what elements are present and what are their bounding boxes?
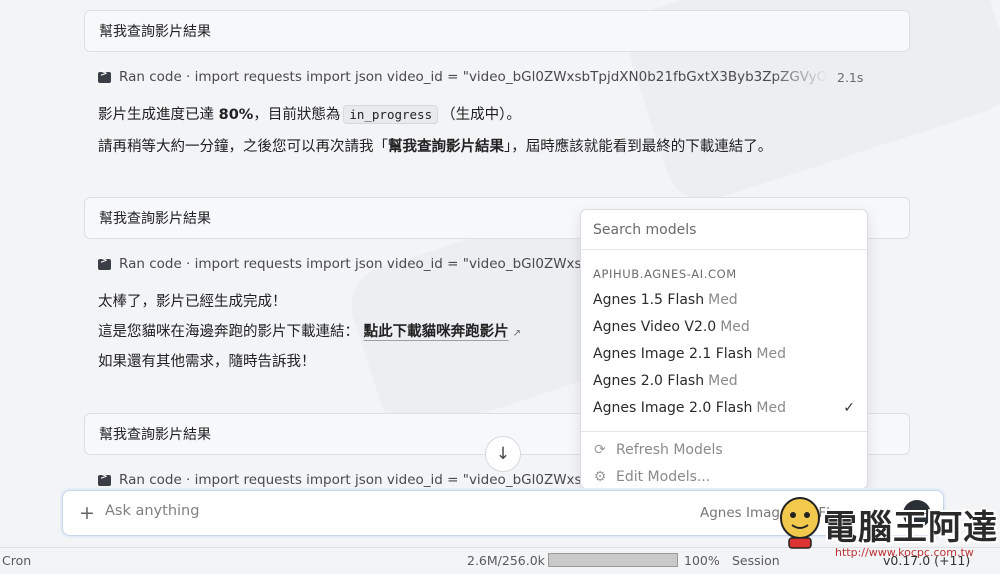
terminal-icon [98, 472, 111, 486]
model-option-name: Agnes 2.0 Flash [593, 372, 705, 389]
reply-text: （生成中）。 [441, 107, 521, 123]
reply-text: 影片生成進度已達 [98, 107, 219, 123]
plus-icon[interactable]: + [79, 502, 95, 524]
model-option-name: Agnes Video V2.0 [593, 318, 717, 335]
model-option-name: Agnes Image 2.1 Flash [593, 345, 753, 362]
model-search [581, 210, 867, 250]
status-inline-code: in_progress [343, 105, 439, 124]
reply-text: 太棒了，影片已經生成完成！ [98, 294, 287, 310]
terminal-icon [98, 256, 111, 270]
voice-wave-icon[interactable]: ∿ [903, 500, 931, 528]
external-link-icon: ↗ [512, 328, 521, 339]
model-list: Agnes 1.5 Flash Med Agnes Video V2.0 Med… [581, 286, 867, 421]
status-cron: Cron [2, 553, 32, 568]
reply-text: 這是您貓咪在海邊奔跑的影片下載連結： [98, 324, 359, 340]
model-option-tag: Med [708, 291, 738, 308]
scroll-to-bottom-button[interactable]: ↓ [485, 436, 521, 472]
user-message-text: 幫我查詢影片結果 [99, 24, 211, 40]
model-option[interactable]: Agnes 1.5 Flash Med [581, 286, 867, 313]
refresh-models-button[interactable]: ⟳ Refresh Models [581, 436, 867, 463]
ran-code-text: Ran code · import requests import json v… [119, 256, 580, 272]
edit-models-label: Edit Models... [616, 468, 711, 485]
model-option[interactable]: Agnes Image 2.1 Flash Med [581, 340, 867, 367]
code-duration: 2.1s [837, 70, 864, 85]
model-option-tag: Med [720, 318, 750, 335]
context-usage-bar [548, 553, 678, 567]
ran-code-row[interactable]: Ran code · import requests import json v… [98, 69, 828, 85]
ran-code-text: Ran code · import requests import json v… [119, 472, 580, 488]
model-option[interactable]: Agnes 2.0 Flash Med [581, 367, 867, 394]
model-option-tag: Med [756, 399, 786, 416]
model-group-label: APIHUB.AGNES-AI.COM [593, 267, 737, 281]
dropdown-divider [581, 431, 867, 432]
refresh-icon: ⟳ [594, 441, 606, 458]
assistant-reply-line: 如果還有其他需求，隨時告訴我！ [98, 350, 316, 371]
model-option-tag: Med [708, 372, 738, 389]
arrow-down-icon: ↓ [495, 444, 511, 464]
token-usage: 2.6M/256.0k [467, 553, 545, 568]
edit-models-button[interactable]: ⚙ Edit Models... [581, 463, 867, 490]
model-selector-dropdown: APIHUB.AGNES-AI.COM Agnes 1.5 Flash Med … [580, 209, 868, 489]
user-message-text: 幫我查詢影片結果 [99, 427, 211, 443]
reply-text: 」，屆時應該就能看到最終的下載連結了。 [504, 139, 773, 155]
ask-input[interactable] [105, 503, 665, 519]
ran-code-text: Ran code · import requests import json v… [119, 69, 828, 85]
reply-text: 如果還有其他需求，隨時告訴我！ [98, 354, 316, 370]
session-label: Session [732, 553, 780, 568]
progress-percent: 80% [218, 107, 254, 123]
assistant-reply-line: 這是您貓咪在海邊奔跑的影片下載連結： 點此下載貓咪奔跑影片 ↗ [98, 320, 521, 341]
checkmark-icon: ✓ [843, 399, 855, 416]
ran-code-row[interactable]: Ran code · import requests import json v… [98, 472, 580, 488]
model-selector-button[interactable]: Agnes Image 2.0 Fla [700, 505, 838, 521]
model-option-tag: Med [756, 345, 786, 362]
ran-code-row[interactable]: Ran code · import requests import json v… [98, 256, 580, 272]
model-option-name: Agnes 1.5 Flash [593, 291, 705, 308]
assistant-reply-line: 太棒了，影片已經生成完成！ [98, 290, 287, 311]
assistant-reply-line: 請再稍等大約一分鐘，之後您可以再次請我「幫我查詢影片結果」，屆時應該就能看到最終… [98, 135, 772, 156]
chat-composer: + Agnes Image 2.0 Fla ∿ [62, 490, 944, 536]
user-message-text: 幫我查詢影片結果 [99, 211, 211, 227]
terminal-icon [98, 69, 111, 83]
model-search-input[interactable] [593, 221, 855, 238]
download-video-link[interactable]: 點此下載貓咪奔跑影片 [364, 324, 509, 340]
gear-icon: ⚙ [593, 468, 607, 485]
reply-text: ，目前狀態為 [253, 107, 341, 123]
version-label: v0.17.0 (+11) [883, 553, 971, 568]
refresh-models-label: Refresh Models [616, 441, 723, 458]
model-option-name: Agnes Image 2.0 Flash [593, 399, 753, 416]
user-message: 幫我查詢影片結果 [84, 10, 910, 52]
reply-bold-text: 幫我查詢影片結果 [388, 139, 504, 155]
model-option-selected[interactable]: Agnes Image 2.0 Flash Med ✓ [581, 394, 867, 421]
reply-text: 請再稍等大約一分鐘，之後您可以再次請我「 [98, 139, 388, 155]
context-usage-percent: 100% [684, 553, 720, 568]
status-bar: Cron 2.6M/256.0k 100% Session v0.17.0 (+… [0, 547, 1000, 574]
model-option[interactable]: Agnes Video V2.0 Med [581, 313, 867, 340]
assistant-reply-line: 影片生成進度已達 80%，目前狀態為 in_progress （生成中）。 [98, 103, 521, 124]
